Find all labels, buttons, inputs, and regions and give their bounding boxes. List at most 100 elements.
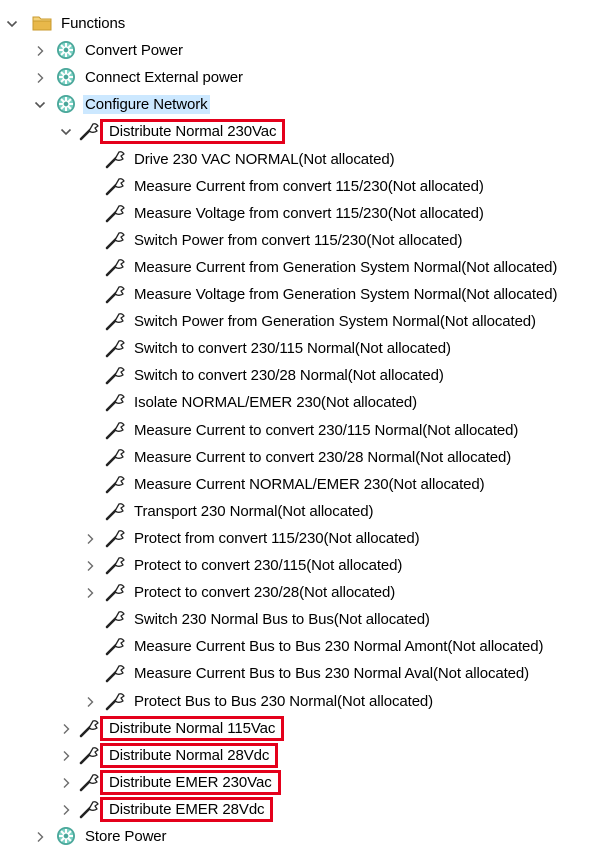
tree-item-level1[interactable]: Connect External power	[0, 64, 599, 91]
wrench-icon	[104, 310, 126, 332]
tree-item-function[interactable]: Drive 230 VAC NORMAL(Not allocated)	[0, 146, 599, 173]
wrench-icon	[78, 120, 100, 142]
tree-item-function[interactable]: Transport 230 Normal(Not allocated)	[0, 498, 599, 525]
tree-item-label: Protect to convert 230/28(Not allocated)	[134, 584, 396, 601]
tree-item-label: Connect External power	[85, 69, 243, 86]
chevron-down-icon[interactable]	[5, 17, 19, 31]
tree-item-distribute[interactable]: Distribute EMER 28Vdc	[0, 796, 599, 823]
function-gear-icon	[55, 825, 77, 847]
chevron-right-icon[interactable]	[83, 586, 97, 600]
tree-item-function[interactable]: Protect Bus to Bus 230 Normal(Not alloca…	[0, 688, 599, 715]
chevron-right-icon[interactable]	[59, 722, 73, 736]
wrench-icon	[104, 283, 126, 305]
tree-item-function[interactable]: Measure Current to convert 230/28 Normal…	[0, 444, 599, 471]
wrench-icon	[104, 175, 126, 197]
function-tree: Functions Convert Power Connect External p…	[0, 0, 599, 848]
wrench-icon	[78, 717, 100, 739]
chevron-right-icon[interactable]	[83, 695, 97, 709]
chevron-right-icon[interactable]	[59, 776, 73, 790]
tree-item-function[interactable]: Switch to convert 230/28 Normal(Not allo…	[0, 362, 599, 389]
tree-item-label: Drive 230 VAC NORMAL(Not allocated)	[134, 151, 395, 168]
function-gear-icon	[55, 66, 77, 88]
tree-item-function[interactable]: Switch Power from convert 115/230(Not al…	[0, 227, 599, 254]
tree-item-label: Distribute EMER 28Vdc	[99, 797, 274, 822]
function-gear-icon	[55, 39, 77, 61]
wrench-icon	[104, 229, 126, 251]
tree-item-label: Protect Bus to Bus 230 Normal(Not alloca…	[134, 693, 434, 710]
chevron-down-icon[interactable]	[59, 125, 73, 139]
tree-item-function[interactable]: Switch Power from Generation System Norm…	[0, 308, 599, 335]
tree-item-function[interactable]: Protect from convert 115/230(Not allocat…	[0, 525, 599, 552]
tree-item-label: Measure Current NORMAL/EMER 230(Not allo…	[134, 476, 485, 493]
wrench-icon	[104, 419, 126, 441]
wrench-icon	[104, 608, 126, 630]
tree-item-label: Distribute Normal 115Vac	[99, 716, 285, 741]
chevron-right-icon[interactable]	[33, 44, 47, 58]
tree-item-distribute-230[interactable]: Distribute Normal 230Vac	[0, 118, 599, 145]
tree-item-function[interactable]: Protect to convert 230/28(Not allocated)	[0, 579, 599, 606]
tree-item-label: Distribute Normal 230Vac	[99, 119, 286, 144]
wrench-icon	[104, 391, 126, 413]
tree-item-label: Protect to convert 230/115(Not allocated…	[134, 557, 403, 574]
chevron-right-icon[interactable]	[59, 749, 73, 763]
chevron-right-icon[interactable]	[83, 559, 97, 573]
chevron-right-icon[interactable]	[83, 532, 97, 546]
tree-item-level1[interactable]: Configure Network	[0, 91, 599, 118]
tree-item-function[interactable]: Measure Voltage from Generation System N…	[0, 281, 599, 308]
tree-item-function[interactable]: Measure Current Bus to Bus 230 Normal Av…	[0, 660, 599, 687]
wrench-icon	[104, 202, 126, 224]
chevron-right-icon[interactable]	[33, 830, 47, 844]
tree-item-function[interactable]: Isolate NORMAL/EMER 230(Not allocated)	[0, 389, 599, 416]
tree-item-label: Distribute Normal 28Vdc	[99, 743, 279, 768]
tree-item-label: Measure Current to convert 230/28 Normal…	[134, 449, 512, 466]
tree-item-distribute[interactable]: Distribute EMER 230Vac	[0, 769, 599, 796]
wrench-icon	[104, 337, 126, 359]
tree-item-label: Functions	[61, 15, 126, 32]
wrench-icon	[104, 500, 126, 522]
wrench-icon	[104, 446, 126, 468]
wrench-icon	[104, 364, 126, 386]
wrench-icon	[104, 527, 126, 549]
chevron-down-icon[interactable]	[33, 98, 47, 112]
function-gear-icon	[55, 93, 77, 115]
wrench-icon	[104, 256, 126, 278]
wrench-icon	[78, 744, 100, 766]
folder-icon	[31, 12, 53, 34]
chevron-right-icon[interactable]	[33, 71, 47, 85]
wrench-icon	[78, 798, 100, 820]
tree-item-label: Measure Current Bus to Bus 230 Normal Am…	[134, 638, 544, 655]
tree-item-function[interactable]: Measure Current from Generation System N…	[0, 254, 599, 281]
tree-item-label: Switch to convert 230/28 Normal(Not allo…	[134, 367, 444, 384]
wrench-icon	[104, 690, 126, 712]
wrench-icon	[104, 662, 126, 684]
tree-item-function[interactable]: Measure Current NORMAL/EMER 230(Not allo…	[0, 471, 599, 498]
tree-item-function[interactable]: Protect to convert 230/115(Not allocated…	[0, 552, 599, 579]
tree-item-label: Protect from convert 115/230(Not allocat…	[134, 530, 420, 547]
tree-item-label: Isolate NORMAL/EMER 230(Not allocated)	[134, 394, 417, 411]
tree-item-label: Measure Voltage from convert 115/230(Not…	[134, 205, 484, 222]
tree-item-level1[interactable]: Convert Power	[0, 37, 599, 64]
tree-item-distribute[interactable]: Distribute Normal 115Vac	[0, 715, 599, 742]
tree-item-label: Switch 230 Normal Bus to Bus(Not allocat…	[134, 611, 430, 628]
tree-item-function[interactable]: Switch to convert 230/115 Normal(Not all…	[0, 335, 599, 362]
tree-item-level1[interactable]: Store Power	[0, 823, 599, 850]
tree-item-function[interactable]: Measure Current to convert 230/115 Norma…	[0, 417, 599, 444]
tree-item-function[interactable]: Measure Voltage from convert 115/230(Not…	[0, 200, 599, 227]
tree-item-label: Measure Voltage from Generation System N…	[134, 286, 558, 303]
tree-item-label: Distribute EMER 230Vac	[100, 770, 281, 795]
wrench-icon	[78, 771, 100, 793]
tree-item-function[interactable]: Measure Current from convert 115/230(Not…	[0, 173, 599, 200]
tree-item-label: Measure Current from convert 115/230(Not…	[134, 178, 484, 195]
tree-item-label: Convert Power	[85, 42, 183, 59]
tree-item-label: Measure Current Bus to Bus 230 Normal Av…	[134, 665, 530, 682]
tree-item-label: Switch Power from convert 115/230(Not al…	[134, 232, 463, 249]
tree-item-distribute[interactable]: Distribute Normal 28Vdc	[0, 742, 599, 769]
tree-item-function[interactable]: Switch 230 Normal Bus to Bus(Not allocat…	[0, 606, 599, 633]
tree-item-functions[interactable]: Functions	[0, 10, 599, 37]
chevron-right-icon[interactable]	[59, 803, 73, 817]
tree-item-label: Switch to convert 230/115 Normal(Not all…	[134, 340, 451, 357]
wrench-icon	[104, 554, 126, 576]
wrench-icon	[104, 635, 126, 657]
tree-item-function[interactable]: Measure Current Bus to Bus 230 Normal Am…	[0, 633, 599, 660]
tree-item-label: Store Power	[85, 828, 167, 845]
